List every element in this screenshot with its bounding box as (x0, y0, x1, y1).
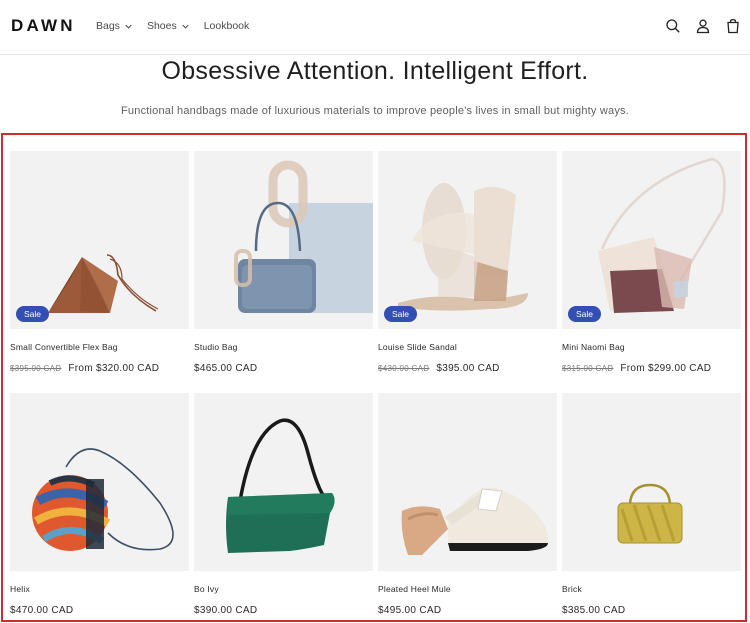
sale-price: From $320.00 CAD (68, 363, 160, 374)
product-price: $385.00 CAD (562, 605, 625, 616)
naomi-bag-image (598, 157, 726, 313)
studio-bag-image (234, 160, 373, 313)
helix-bag-image (32, 448, 174, 551)
main-nav: Bags Shoes Lookbook (96, 20, 249, 32)
regular-price: $470.00 CAD (10, 605, 74, 616)
chevron-down-icon (125, 24, 132, 29)
product-image[interactable] (194, 151, 373, 329)
product-price: $430.00 CAD $395.00 CAD (378, 363, 500, 374)
product-price: $315.00 CAD From $299.00 CAD (562, 363, 711, 374)
page-subtitle: Functional handbags made of luxurious ma… (121, 105, 629, 117)
product-card[interactable]: Sale Small Convertible Flex Bag $395.00 … (10, 151, 189, 374)
nav-label: Lookbook (203, 20, 250, 32)
compare-price: $395.00 CAD (10, 364, 62, 373)
sale-badge: Sale (16, 306, 50, 322)
flex-bag-image (48, 254, 159, 313)
sale-badge: Sale (384, 306, 418, 322)
nav-item-lookbook[interactable]: Lookbook (204, 20, 250, 32)
bo-ivy-bag-image (226, 418, 335, 553)
regular-price: $390.00 CAD (194, 605, 258, 616)
product-image[interactable] (562, 393, 741, 571)
brick-bag-image (617, 483, 683, 544)
nav-item-bags[interactable]: Bags (96, 20, 133, 32)
slide-sandal-image (398, 183, 528, 311)
cart-icon[interactable] (725, 18, 741, 34)
product-image[interactable] (10, 393, 189, 571)
compare-price: $430.00 CAD (378, 364, 430, 373)
product-name[interactable]: Bo Ivy (194, 584, 219, 594)
product-name[interactable]: Small Convertible Flex Bag (10, 342, 118, 352)
product-card[interactable]: Pleated Heel Mule $495.00 CAD (378, 393, 557, 616)
regular-price: $465.00 CAD (194, 363, 258, 374)
product-name[interactable]: Helix (10, 584, 30, 594)
nav-label: Shoes (146, 20, 177, 32)
product-price: $395.00 CAD From $320.00 CAD (10, 363, 159, 374)
search-icon[interactable] (665, 18, 681, 34)
regular-price: $495.00 CAD (378, 605, 442, 616)
chevron-down-icon (182, 24, 189, 29)
sale-badge: Sale (568, 306, 602, 322)
product-image[interactable]: Sale (10, 151, 189, 329)
product-card[interactable]: Studio Bag $465.00 CAD (194, 151, 373, 374)
store-logo[interactable]: DAWN (11, 16, 76, 36)
product-name[interactable]: Mini Naomi Bag (562, 342, 625, 352)
header-icons (665, 18, 741, 34)
product-name[interactable]: Brick (562, 584, 582, 594)
product-card[interactable]: Sale Mini Naomi Bag $315.00 CAD From $29… (562, 151, 741, 374)
product-image[interactable]: Sale (378, 151, 557, 329)
product-price: $390.00 CAD (194, 605, 257, 616)
product-card[interactable]: Sale Louise Slide Sandal $430.00 CAD $39… (378, 151, 557, 374)
product-image[interactable] (378, 393, 557, 571)
product-card[interactable]: Helix $470.00 CAD (10, 393, 189, 616)
product-price: $465.00 CAD (194, 363, 257, 374)
product-price: $495.00 CAD (378, 605, 441, 616)
product-name[interactable]: Pleated Heel Mule (378, 584, 451, 594)
regular-price: $385.00 CAD (562, 605, 626, 616)
sale-price: $395.00 CAD (436, 363, 500, 374)
product-name[interactable]: Louise Slide Sandal (378, 342, 457, 352)
product-card[interactable]: Brick $385.00 CAD (562, 393, 741, 616)
page-title: Obsessive Attention. Intelligent Effort. (161, 57, 589, 85)
nav-label: Bags (96, 20, 120, 32)
heel-mule-image (401, 487, 549, 555)
product-name[interactable]: Studio Bag (194, 342, 238, 352)
nav-item-shoes[interactable]: Shoes (147, 20, 190, 32)
product-card[interactable]: Bo Ivy $390.00 CAD (194, 393, 373, 616)
product-image[interactable]: Sale (562, 151, 741, 329)
compare-price: $315.00 CAD (562, 364, 614, 373)
account-icon[interactable] (695, 18, 711, 34)
site-header: DAWN Bags Shoes Lookbook (0, 0, 750, 55)
sale-price: From $299.00 CAD (620, 363, 712, 374)
product-price: $470.00 CAD (10, 605, 73, 616)
product-image[interactable] (194, 393, 373, 571)
